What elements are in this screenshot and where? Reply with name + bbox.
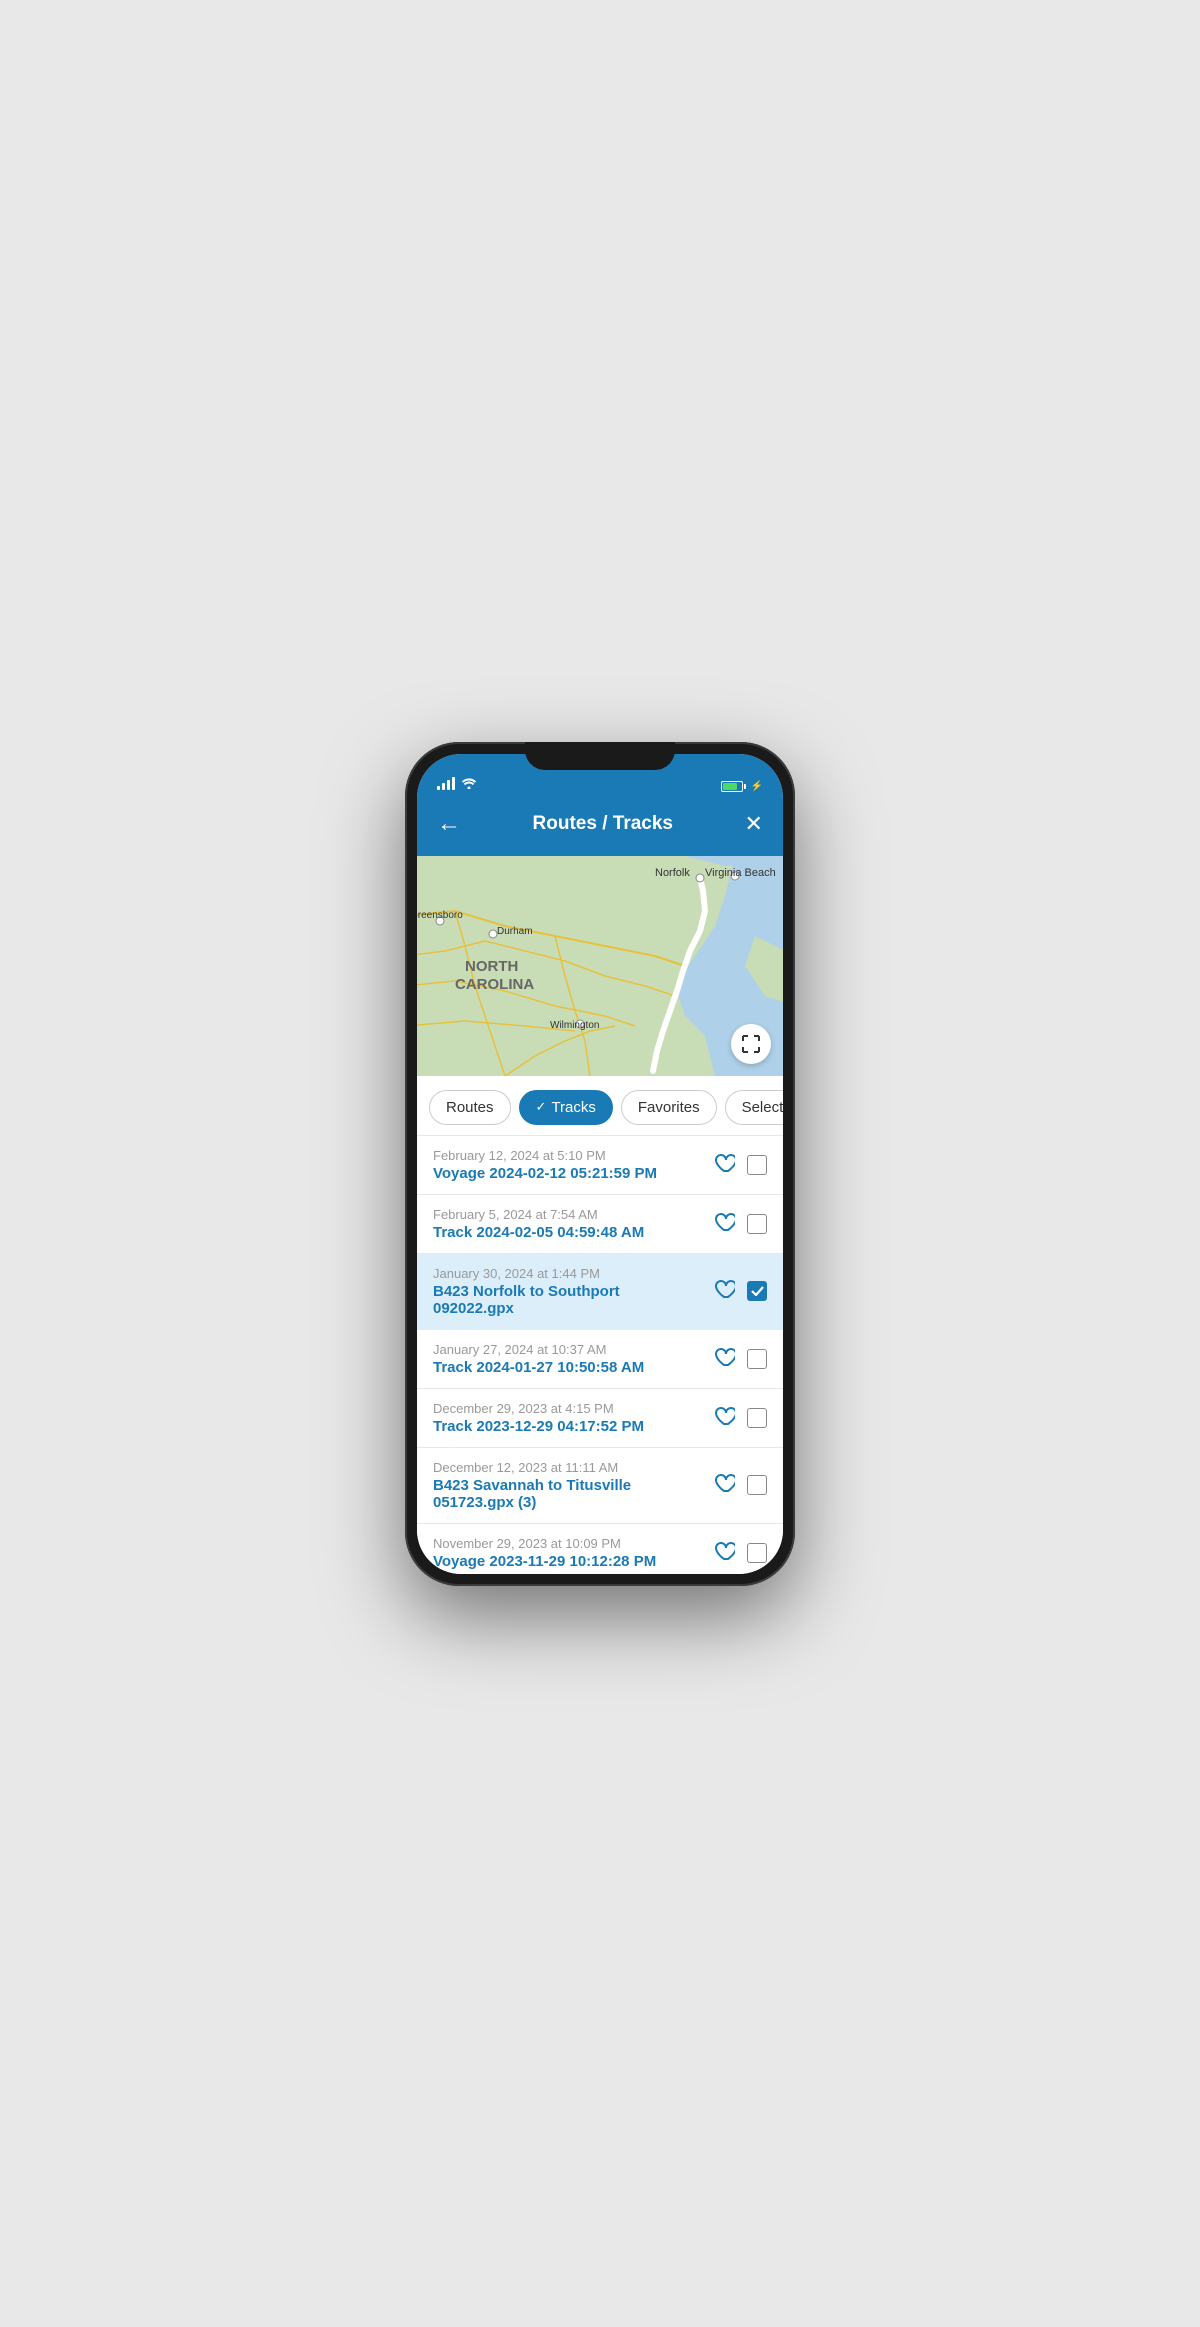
track-actions	[713, 1279, 767, 1303]
svg-text:Virginia Beach: Virginia Beach	[705, 867, 776, 879]
track-name: B423 Savannah to Titusville 051723.gpx (…	[433, 1477, 703, 1511]
svg-text:Norfolk: Norfolk	[655, 867, 690, 879]
select-checkbox[interactable]	[747, 1281, 767, 1301]
tab-favorites[interactable]: Favorites	[621, 1090, 717, 1125]
track-actions	[713, 1153, 767, 1177]
favorite-button[interactable]	[713, 1153, 735, 1177]
track-info: November 29, 2023 at 10:09 PM Voyage 2023…	[433, 1536, 703, 1570]
svg-text:CAROLINA: CAROLINA	[455, 976, 534, 993]
track-name: Voyage 2024-02-12 05:21:59 PM	[433, 1165, 703, 1182]
tab-routes[interactable]: Routes	[429, 1090, 511, 1125]
close-button[interactable]: ✕	[741, 807, 767, 841]
track-date: February 12, 2024 at 5:10 PM	[433, 1148, 703, 1163]
map-area[interactable]: Norfolk Virginia Beach Greensboro Durham…	[417, 856, 783, 1076]
track-info: February 5, 2024 at 7:54 AM Track 2024-02…	[433, 1207, 703, 1241]
track-date: November 29, 2023 at 10:09 PM	[433, 1536, 703, 1551]
track-date: December 29, 2023 at 4:15 PM	[433, 1401, 703, 1416]
favorite-button[interactable]	[713, 1541, 735, 1565]
tab-tracks[interactable]: ✓ Tracks	[519, 1090, 613, 1125]
track-date: December 12, 2023 at 11:11 AM	[433, 1460, 703, 1475]
track-actions	[713, 1406, 767, 1430]
track-actions	[713, 1473, 767, 1497]
phone-frame: ⚡ ← Routes / Tracks ✕	[405, 742, 795, 1586]
tab-tracks-check-icon: ✓	[536, 1099, 547, 1115]
favorite-button[interactable]	[713, 1347, 735, 1371]
select-checkbox[interactable]	[747, 1349, 767, 1369]
track-actions	[713, 1212, 767, 1236]
track-item[interactable]: January 27, 2024 at 10:37 AM Track 2024-0…	[417, 1330, 783, 1389]
tab-bar: Routes ✓ Tracks Favorites Selected	[417, 1076, 783, 1136]
phone-screen: ⚡ ← Routes / Tracks ✕	[417, 754, 783, 1574]
favorite-button[interactable]	[713, 1212, 735, 1236]
track-name: Track 2024-02-05 04:59:48 AM	[433, 1224, 703, 1241]
track-info: December 12, 2023 at 11:11 AM B423 Savann…	[433, 1460, 703, 1511]
battery-icon	[721, 781, 746, 792]
track-actions	[713, 1347, 767, 1371]
signal-bars-icon	[437, 777, 455, 790]
track-item[interactable]: February 12, 2024 at 5:10 PM Voyage 2024-…	[417, 1136, 783, 1195]
track-actions	[713, 1541, 767, 1565]
track-info: January 27, 2024 at 10:37 AM Track 2024-0…	[433, 1342, 703, 1376]
track-item[interactable]: December 29, 2023 at 4:15 PM Track 2023-1…	[417, 1389, 783, 1448]
tab-selected[interactable]: Selected	[725, 1090, 783, 1125]
select-checkbox[interactable]	[747, 1408, 767, 1428]
track-item[interactable]: February 5, 2024 at 7:54 AM Track 2024-02…	[417, 1195, 783, 1254]
track-info: December 29, 2023 at 4:15 PM Track 2023-1…	[433, 1401, 703, 1435]
map-svg: Norfolk Virginia Beach Greensboro Durham…	[417, 856, 783, 1076]
track-name: Track 2024-01-27 10:50:58 AM	[433, 1359, 703, 1376]
select-checkbox[interactable]	[747, 1475, 767, 1495]
select-checkbox[interactable]	[747, 1214, 767, 1234]
status-right: ⚡	[721, 781, 763, 792]
track-item[interactable]: December 12, 2023 at 11:11 AM B423 Savann…	[417, 1448, 783, 1524]
svg-text:NORTH: NORTH	[465, 958, 518, 975]
select-checkbox[interactable]	[747, 1543, 767, 1563]
track-name: Track 2023-12-29 04:17:52 PM	[433, 1418, 703, 1435]
page-title: Routes / Tracks	[533, 813, 673, 835]
track-date: January 30, 2024 at 1:44 PM	[433, 1266, 703, 1281]
track-info: January 30, 2024 at 1:44 PM B423 Norfolk …	[433, 1266, 703, 1317]
track-name: B423 Norfolk to Southport 092022.gpx	[433, 1283, 703, 1317]
track-item[interactable]: January 30, 2024 at 1:44 PM B423 Norfolk …	[417, 1254, 783, 1330]
svg-text:Greensboro: Greensboro	[417, 910, 463, 921]
track-info: February 12, 2024 at 5:10 PM Voyage 2024-…	[433, 1148, 703, 1182]
back-button[interactable]: ←	[433, 806, 465, 842]
select-checkbox[interactable]	[747, 1155, 767, 1175]
favorite-button[interactable]	[713, 1406, 735, 1430]
app-header: ← Routes / Tracks ✕	[417, 798, 783, 856]
svg-text:Wilmington: Wilmington	[550, 1020, 599, 1031]
track-item[interactable]: November 29, 2023 at 10:09 PM Voyage 2023…	[417, 1524, 783, 1574]
notch	[525, 742, 675, 770]
track-date: February 5, 2024 at 7:54 AM	[433, 1207, 703, 1222]
wifi-icon	[461, 776, 477, 792]
track-name: Voyage 2023-11-29 10:12:28 PM	[433, 1553, 703, 1570]
svg-text:Durham: Durham	[497, 926, 533, 937]
track-list[interactable]: February 12, 2024 at 5:10 PM Voyage 2024-…	[417, 1136, 783, 1574]
battery-bolt-icon: ⚡	[751, 781, 763, 792]
track-date: January 27, 2024 at 10:37 AM	[433, 1342, 703, 1357]
status-left	[437, 776, 477, 792]
favorite-button[interactable]	[713, 1279, 735, 1303]
favorite-button[interactable]	[713, 1473, 735, 1497]
map-expand-button[interactable]	[731, 1024, 771, 1064]
